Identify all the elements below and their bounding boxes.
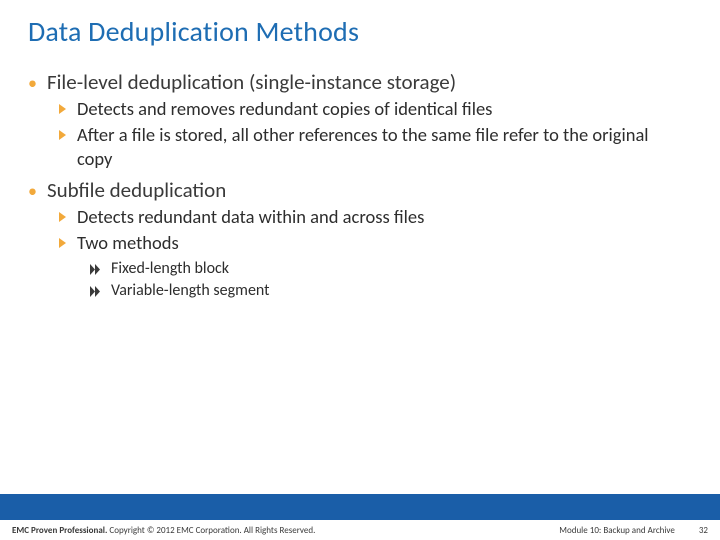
bullet-row: Fixed-length block (90, 259, 692, 279)
bullet-level1: • Subfile deduplication Detects redundan… (28, 177, 692, 301)
bullet-text: Variable-length segment (111, 281, 270, 301)
bullet-level3-group: Fixed-length block Variable-length segme… (90, 259, 692, 301)
bullet-text: Detects and removes redundant copies of … (77, 97, 492, 121)
footer: EMC Proven Professional. Copyright © 201… (0, 520, 720, 540)
arrow-right-icon (58, 97, 67, 115)
bullet-row: Two methods (58, 231, 692, 255)
bullet-dot-icon: • (28, 179, 37, 203)
bullet-text: Fixed-length block (111, 259, 229, 279)
bullet-text: After a file is stored, all other refere… (77, 123, 667, 171)
arrow-right-icon (58, 123, 67, 141)
footer-copyright-text: Copyright © 2012 EMC Corporation. All Ri… (107, 525, 315, 536)
double-arrow-icon (90, 259, 101, 275)
bullet-level2-group: Detects redundant data within and across… (58, 205, 692, 301)
footer-page-number: 32 (699, 525, 708, 536)
bullet-row: • Subfile deduplication (28, 177, 692, 203)
bullet-level1: • File-level deduplication (single-insta… (28, 69, 692, 171)
bullet-text: File-level deduplication (single-instanc… (47, 69, 456, 95)
bullet-text: Two methods (77, 231, 179, 255)
bullet-row: Variable-length segment (90, 281, 692, 301)
bullet-dot-icon: • (28, 71, 37, 95)
footer-band (0, 494, 720, 520)
slide: Data Deduplication Methods • File-level … (0, 0, 720, 540)
footer-right: Module 10: Backup and Archive 32 (559, 525, 708, 536)
bullet-row: Detects and removes redundant copies of … (58, 97, 692, 121)
slide-title: Data Deduplication Methods (0, 0, 720, 49)
arrow-right-icon (58, 231, 67, 249)
arrow-right-icon (58, 205, 67, 223)
bullet-level2-group: Detects and removes redundant copies of … (58, 97, 692, 171)
slide-content: • File-level deduplication (single-insta… (0, 49, 720, 301)
footer-module: Module 10: Backup and Archive (559, 525, 675, 536)
double-arrow-icon (90, 281, 101, 297)
bullet-text: Subfile deduplication (47, 177, 226, 203)
footer-copyright: EMC Proven Professional. Copyright © 201… (12, 525, 315, 536)
bullet-row: • File-level deduplication (single-insta… (28, 69, 692, 95)
bullet-row: After a file is stored, all other refere… (58, 123, 692, 171)
footer-brand: EMC Proven Professional. (12, 525, 107, 536)
bullet-text: Detects redundant data within and across… (77, 205, 424, 229)
bullet-row: Detects redundant data within and across… (58, 205, 692, 229)
